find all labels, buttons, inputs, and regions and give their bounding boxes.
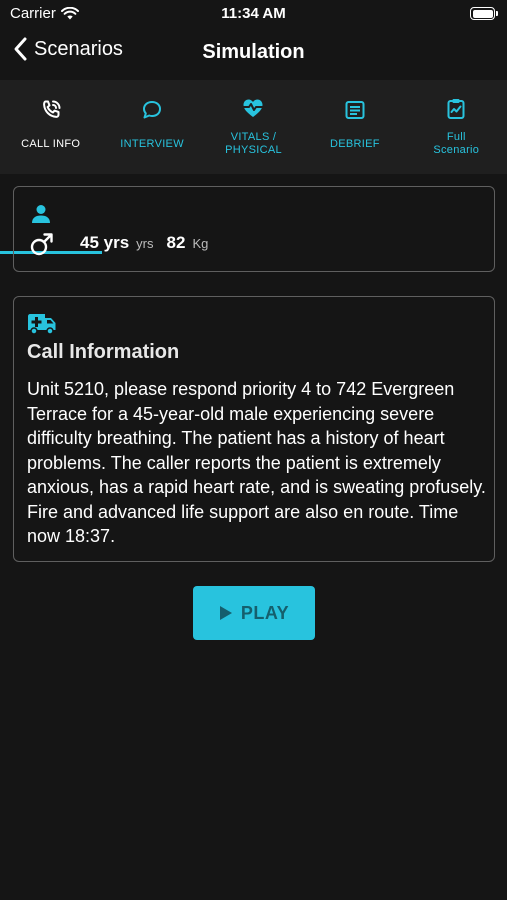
patient-age-unit: yrs — [136, 236, 154, 251]
tab-label: DEBRIEF — [329, 138, 380, 150]
tab-label: VITALS / PHYSICAL — [225, 131, 282, 156]
clipboard-chart-icon — [442, 97, 470, 121]
call-info-card: Call Information Unit 5210, please respo… — [13, 296, 495, 562]
heart-pulse-icon — [239, 96, 267, 120]
patient-age: 45 yrs — [80, 233, 130, 252]
patient-weight: 82 — [166, 233, 186, 252]
patient-weight-unit: Kg — [192, 236, 209, 251]
play-button[interactable]: PLAY — [193, 586, 315, 640]
tab-vitals-physical[interactable]: VITALS / PHYSICAL — [203, 80, 304, 174]
tab-interview[interactable]: INTERVIEW — [101, 80, 202, 174]
tab-debrief[interactable]: DEBRIEF — [304, 80, 405, 174]
tab-bar: CALL INFO INTERVIEW VITALS / PHYSICAL DE… — [0, 80, 507, 254]
male-sex-icon — [30, 233, 53, 256]
call-info-text: Unit 5210, please respond priority 4 to … — [27, 379, 486, 546]
chat-bubble-icon — [138, 98, 166, 122]
tab-full-scenario[interactable]: Full Scenario — [406, 80, 507, 174]
play-icon — [219, 606, 232, 620]
tab-label: Full Scenario — [433, 131, 480, 156]
tab-call-info[interactable]: CALL INFO — [0, 80, 101, 174]
play-label: PLAY — [240, 602, 290, 623]
person-icon — [32, 205, 50, 223]
patient-stats: 45 yrs yrs 82 Kg — [80, 233, 208, 253]
ambulance-icon — [28, 314, 56, 335]
navigation-bar: Scenarios Simulation — [0, 28, 507, 80]
page-title: Simulation — [202, 41, 305, 63]
status-time: 11:34 AM — [221, 5, 286, 22]
status-bar: Carrier 11:34 AM — [0, 0, 507, 28]
call-info-title: Call Information — [27, 341, 180, 363]
battery-icon — [470, 7, 498, 20]
tab-label: INTERVIEW — [120, 138, 184, 150]
document-list-icon — [341, 98, 369, 122]
patient-card: 45 yrs yrs 82 Kg — [13, 186, 495, 272]
tab-label: CALL INFO — [21, 138, 81, 150]
phone-call-icon — [37, 98, 65, 122]
